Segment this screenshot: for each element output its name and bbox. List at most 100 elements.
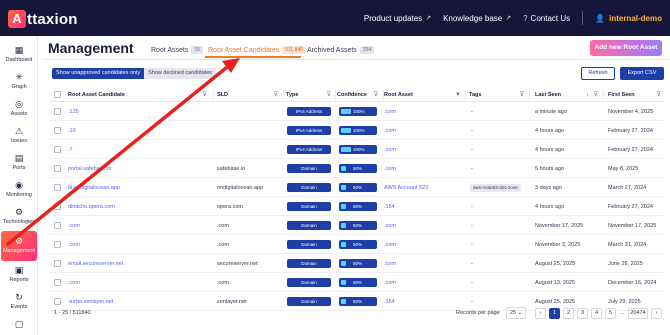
- filter-active-icon[interactable]: ▼: [455, 88, 461, 102]
- table-row[interactable]: email.secureserver.net secureserver.net Do…: [50, 255, 664, 273]
- filter-icon[interactable]: ⊽: [520, 88, 524, 102]
- column-header-confidence[interactable]: Confidence ⊽: [337, 88, 381, 102]
- candidate-link[interactable]: email.secureserver.net: [68, 255, 210, 273]
- page-button-4[interactable]: 4: [591, 308, 602, 319]
- select-all-checkbox[interactable]: [54, 91, 61, 98]
- column-divider[interactable]: [603, 90, 604, 100]
- page-button-2[interactable]: 2: [563, 308, 574, 319]
- tag-chip[interactable]: aws-route53-dns-zone: [470, 184, 521, 192]
- row-checkbox[interactable]: [54, 260, 61, 267]
- table-row[interactable]: .com .com Domain 50% .com - November 3, 2025 Ma…: [50, 236, 664, 254]
- root-asset-link[interactable]: .154: [384, 198, 464, 216]
- row-checkbox[interactable]: [54, 203, 61, 210]
- root-asset-link[interactable]: .com: [384, 103, 464, 121]
- sidebar-item-technologies[interactable]: ⚙ Technologies: [0, 202, 38, 232]
- row-checkbox[interactable]: [54, 222, 61, 229]
- next-page-button[interactable]: ›: [651, 308, 662, 319]
- page-button-1[interactable]: 1: [549, 308, 560, 319]
- table-row[interactable]: .com .com Domain 50% .com - August 13, 2025 Dec…: [50, 274, 664, 292]
- row-checkbox[interactable]: [54, 165, 61, 172]
- column-header-first-seen[interactable]: First Seen ⊽: [608, 88, 664, 102]
- root-asset-link[interactable]: .com: [384, 274, 464, 292]
- records-per-page-select[interactable]: 25 ⌄: [506, 307, 526, 319]
- tab-root-asset-candidates[interactable]: Root Asset Candidates 511,840: [208, 46, 306, 54]
- sidebar-item-events[interactable]: ↻ Events: [0, 287, 38, 317]
- last-seen-cell: 4 hours ago: [535, 147, 565, 153]
- root-asset-link[interactable]: .com: [384, 217, 464, 235]
- sort-icon[interactable]: ↓: [586, 88, 589, 102]
- user-menu[interactable]: 👤 internal-demo: [595, 14, 662, 23]
- root-asset-link[interactable]: .com: [384, 236, 464, 254]
- row-checkbox[interactable]: [54, 146, 61, 153]
- table-row[interactable]: bl.ondigitalocean.app ondigitalocean.app D…: [50, 179, 664, 197]
- sidebar-item-assets[interactable]: ◎ Assets: [0, 94, 38, 124]
- app-logo[interactable]: A ttaxion: [8, 9, 78, 29]
- table-row[interactable]: .7 IPv4 Address 100% .com - 4 hours ago Februa…: [50, 141, 664, 159]
- filter-icon[interactable]: ⊽: [657, 88, 661, 102]
- column-header-tags[interactable]: Tags ⊽: [469, 88, 527, 102]
- sidebar-item-management[interactable]: ⚙ Management: [1, 231, 37, 261]
- knowledge-base-link[interactable]: Knowledge base ↗: [443, 14, 511, 23]
- root-asset-link[interactable]: .com: [384, 160, 464, 178]
- column-header-type[interactable]: Type ⊽: [286, 88, 334, 102]
- sidebar-item-monitoring[interactable]: ◉ Monitoring: [0, 175, 38, 205]
- root-asset-link[interactable]: .com: [384, 141, 464, 159]
- row-checkbox[interactable]: [54, 241, 61, 248]
- row-checkbox[interactable]: [54, 298, 61, 305]
- table-row[interactable]: .10 IPv4 Address 100% .com - 4 hours ago Febru…: [50, 122, 664, 140]
- filter-icon[interactable]: ⊽: [203, 88, 207, 102]
- candidate-link[interactable]: .10: [68, 122, 210, 140]
- page-button-3[interactable]: 3: [577, 308, 588, 319]
- tab-archived-assets[interactable]: Archived Assets 254: [307, 46, 375, 54]
- candidate-link[interactable]: .com: [68, 236, 210, 254]
- table-row[interactable]: .125 IPv4 Address 100% .com - a minute ago Nov…: [50, 103, 664, 121]
- sidebar-item-ports[interactable]: ▤ Ports: [0, 148, 38, 178]
- filter-icon[interactable]: ⊽: [594, 88, 598, 102]
- tab-root-assets[interactable]: Root Assets 15: [151, 46, 203, 54]
- candidate-link[interactable]: bl.ondigitalocean.app: [68, 179, 210, 197]
- column-header-sld[interactable]: SLD ⊽: [217, 88, 281, 102]
- table-row[interactable]: portal.safebase.io safebase.io Domain 50% .c…: [50, 160, 664, 178]
- filter-icon[interactable]: ⊽: [274, 88, 278, 102]
- sidebar-item-more[interactable]: ▢: [0, 314, 38, 335]
- prev-page-button[interactable]: ‹: [535, 308, 546, 319]
- column-divider[interactable]: [213, 90, 214, 100]
- row-checkbox[interactable]: [54, 127, 61, 134]
- filter-icon[interactable]: ⊽: [327, 88, 331, 102]
- root-asset-link[interactable]: .com: [384, 122, 464, 140]
- candidate-link[interactable]: .com: [68, 274, 210, 292]
- candidate-link[interactable]: .7: [68, 141, 210, 159]
- candidate-link[interactable]: portal.safebase.io: [68, 160, 210, 178]
- table-row[interactable]: .com .com Domain 50% .com - November 17, 2025 N…: [50, 217, 664, 235]
- candidate-link[interactable]: dinacho.opera.com: [68, 198, 210, 216]
- show-declined-button[interactable]: Show declined candidates: [144, 68, 216, 79]
- row-checkbox[interactable]: [54, 184, 61, 191]
- root-asset-link[interactable]: AWS Account 523: [384, 179, 464, 197]
- candidate-link[interactable]: .125: [68, 103, 210, 121]
- column-header-candidate[interactable]: Root Asset Candidate ⊽: [68, 88, 210, 102]
- contact-us-link[interactable]: ? Contact Us: [523, 14, 570, 23]
- column-header-root-asset[interactable]: Root Asset ▼: [384, 88, 464, 102]
- candidate-link[interactable]: .com: [68, 217, 210, 235]
- filter-icon[interactable]: ⊽: [374, 88, 378, 102]
- sidebar-item-graph[interactable]: ✳ Graph: [0, 67, 38, 97]
- last-page-button[interactable]: 20474: [628, 308, 648, 319]
- export-csv-button[interactable]: Export CSV: [620, 67, 664, 80]
- page-button-5[interactable]: 5: [605, 308, 616, 319]
- sidebar-item-dashboard[interactable]: ▦ Dashboard: [0, 40, 38, 70]
- row-checkbox[interactable]: [54, 108, 61, 115]
- column-divider[interactable]: [465, 90, 466, 100]
- sidebar-item-issues[interactable]: ⚠ Issues: [0, 121, 38, 151]
- product-updates-link[interactable]: Product updates ↗: [364, 14, 431, 23]
- show-unapproved-button[interactable]: Show unapproved candidates only: [52, 68, 145, 79]
- column-divider[interactable]: [335, 90, 336, 100]
- row-checkbox[interactable]: [54, 279, 61, 286]
- sidebar-item-reports[interactable]: ▣ Reports: [0, 260, 38, 290]
- column-divider[interactable]: [283, 90, 284, 100]
- refresh-button[interactable]: Refresh: [581, 67, 615, 80]
- add-root-asset-button[interactable]: Add new Root Asset: [590, 40, 662, 56]
- table-row[interactable]: dinacho.opera.com opera.com Domain 50% .154 -…: [50, 198, 664, 216]
- column-header-last-seen[interactable]: Last Seen ↓ ⊽: [535, 88, 601, 102]
- column-divider[interactable]: [529, 90, 530, 100]
- root-asset-link[interactable]: .com: [384, 255, 464, 273]
